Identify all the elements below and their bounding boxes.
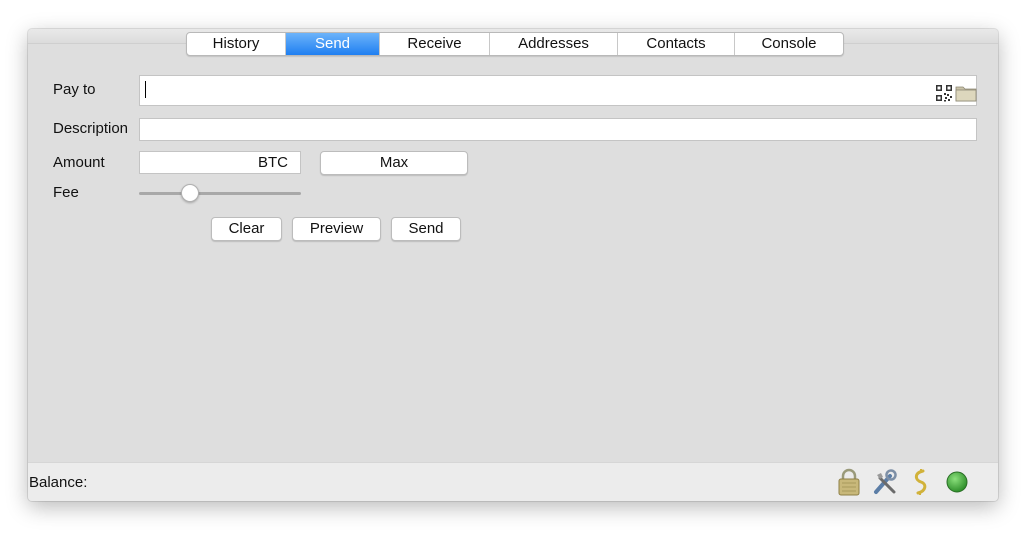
description-label: Description <box>53 120 129 137</box>
status-icons <box>836 467 970 497</box>
folder-icon[interactable] <box>955 83 977 103</box>
description-input[interactable] <box>140 119 976 140</box>
fee-slider[interactable] <box>139 183 301 205</box>
clear-button[interactable]: Clear <box>211 217 282 241</box>
pay-to-field[interactable] <box>139 75 977 106</box>
tab-contacts[interactable]: Contacts <box>618 33 735 55</box>
tab-console[interactable]: Console <box>735 33 843 55</box>
amount-label: Amount <box>53 154 105 171</box>
fee-slider-thumb[interactable] <box>181 184 199 202</box>
tab-history[interactable]: History <box>187 33 286 55</box>
tab-addresses[interactable]: Addresses <box>490 33 618 55</box>
status-bar: Balance: <box>28 462 998 501</box>
fee-label: Fee <box>53 184 79 201</box>
tools-icon[interactable] <box>872 467 898 497</box>
max-button[interactable]: Max <box>320 151 468 175</box>
balance-label: Balance: <box>29 474 88 491</box>
tab-send[interactable]: Send <box>286 33 380 55</box>
lock-icon[interactable] <box>836 467 862 497</box>
tab-bar: History Send Receive Addresses Contacts … <box>186 32 844 56</box>
text-caret <box>145 81 146 98</box>
pay-to-input[interactable] <box>140 76 920 105</box>
amount-field[interactable]: BTC <box>139 151 301 174</box>
fee-slider-track <box>139 192 301 195</box>
tab-receive[interactable]: Receive <box>380 33 490 55</box>
description-field[interactable] <box>139 118 977 141</box>
network-status-icon[interactable] <box>944 467 970 497</box>
preview-button[interactable]: Preview <box>292 217 381 241</box>
send-button[interactable]: Send <box>391 217 461 241</box>
wallet-window: History Send Receive Addresses Contacts … <box>28 29 998 501</box>
seed-icon[interactable] <box>908 467 934 497</box>
pay-to-label: Pay to <box>53 81 96 98</box>
amount-input[interactable] <box>140 152 250 173</box>
amount-unit: BTC <box>258 154 288 171</box>
qr-code-icon[interactable] <box>933 83 955 103</box>
